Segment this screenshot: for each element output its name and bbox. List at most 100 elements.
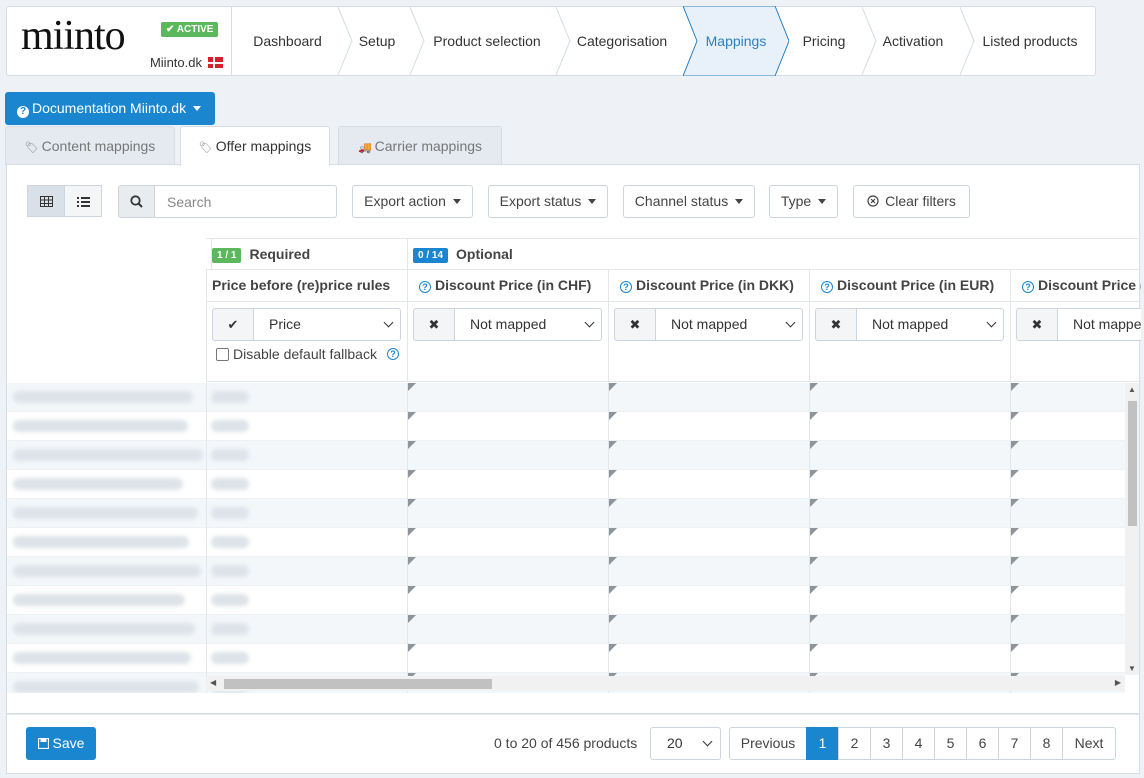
scroll-left-icon[interactable]: ◀ [210,678,216,687]
page-button-4[interactable]: 4 [902,727,935,760]
check-icon[interactable]: ✔ [212,308,254,341]
help-icon[interactable]: ? [821,281,833,293]
table-cell[interactable] [206,586,407,615]
page-button-5[interactable]: 5 [934,727,967,760]
table-row[interactable] [7,470,1125,499]
table-cell[interactable] [608,499,809,528]
table-cell[interactable] [608,470,809,499]
tab-carrier-mappings[interactable]: 🚚 Carrier mappings [338,126,502,165]
clear-filters-button[interactable]: Clear filters [853,185,970,218]
table-row[interactable] [7,586,1125,615]
search-input[interactable] [155,185,337,218]
page-button-8[interactable]: 8 [1030,727,1063,760]
horizontal-scroll-thumb[interactable] [224,679,492,689]
horizontal-scrollbar[interactable]: ◀ ▶ [206,676,1125,691]
table-cell[interactable] [407,528,608,557]
step-categorisation[interactable]: Categorisation [562,7,682,75]
table-cell[interactable] [206,383,407,412]
table-cell[interactable] [809,499,1010,528]
table-cell[interactable] [1010,615,1139,644]
table-cell[interactable] [1010,470,1139,499]
table-cell[interactable] [407,441,608,470]
table-cell[interactable] [608,644,809,673]
table-cell[interactable] [1010,528,1139,557]
table-cell[interactable] [809,470,1010,499]
step-activation[interactable]: Activation [867,7,959,75]
table-cell[interactable] [1010,586,1139,615]
page-size-select[interactable]: 20 [650,727,721,760]
scroll-right-icon[interactable]: ▶ [1115,678,1121,687]
table-row[interactable] [7,383,1125,412]
tab-offer-mappings[interactable]: 🏷 Offer mappings [180,126,330,166]
step-pricing[interactable]: Pricing [789,7,859,75]
x-icon[interactable]: ✖ [815,308,857,341]
table-cell[interactable] [608,383,809,412]
mapping-select[interactable]: Price [254,308,401,341]
x-icon[interactable]: ✖ [614,308,656,341]
mapping-select[interactable]: Not mapped [656,308,803,341]
table-row[interactable] [7,528,1125,557]
table-cell[interactable] [206,470,407,499]
previous-page-button[interactable]: Previous [729,727,807,760]
scroll-down-icon[interactable]: ▼ [1128,664,1136,673]
type-filter[interactable]: Type [769,185,838,218]
table-row[interactable] [7,644,1125,673]
table-cell[interactable] [1010,557,1139,586]
table-cell[interactable] [1010,644,1139,673]
table-cell[interactable] [206,499,407,528]
step-product-selection[interactable]: Product selection [417,7,557,75]
grid-view-button[interactable] [27,185,65,217]
table-cell[interactable] [206,441,407,470]
help-icon[interactable]: ? [386,348,399,360]
page-button-1[interactable]: 1 [806,727,839,760]
table-cell[interactable] [1010,412,1139,441]
channel-status-filter[interactable]: Channel status [623,185,755,218]
page-button-6[interactable]: 6 [966,727,999,760]
vertical-scroll-thumb[interactable] [1128,401,1137,526]
table-cell[interactable] [407,557,608,586]
page-button-3[interactable]: 3 [870,727,903,760]
table-cell[interactable] [809,557,1010,586]
table-cell[interactable] [809,383,1010,412]
table-row[interactable] [7,441,1125,470]
table-cell[interactable] [407,499,608,528]
tab-content-mappings[interactable]: 🏷 Content mappings [5,126,175,165]
export-action-filter[interactable]: Export action [352,185,473,218]
table-row[interactable] [7,557,1125,586]
help-icon[interactable]: ? [419,281,431,293]
table-cell[interactable] [1010,499,1139,528]
table-cell[interactable] [206,412,407,441]
table-cell[interactable] [1010,383,1139,412]
table-cell[interactable] [608,615,809,644]
mapping-select[interactable]: Not mapped [455,308,602,341]
table-cell[interactable] [206,644,407,673]
mapping-select[interactable]: Not mappe [1058,308,1141,341]
step-mappings[interactable]: Mappings [691,7,781,75]
table-row[interactable] [7,615,1125,644]
table-cell[interactable] [407,412,608,441]
table-cell[interactable] [608,412,809,441]
table-cell[interactable] [809,412,1010,441]
table-cell[interactable] [809,441,1010,470]
save-button[interactable]: Save [26,727,96,760]
table-cell[interactable] [407,586,608,615]
table-cell[interactable] [809,644,1010,673]
x-icon[interactable]: ✖ [1016,308,1058,341]
table-cell[interactable] [809,615,1010,644]
table-cell[interactable] [608,528,809,557]
x-icon[interactable]: ✖ [413,308,455,341]
page-button-7[interactable]: 7 [998,727,1031,760]
mapping-select[interactable]: Not mapped [857,308,1004,341]
table-cell[interactable] [407,470,608,499]
help-icon[interactable]: ? [1022,281,1034,293]
documentation-button[interactable]: ? Documentation Miinto.dk [5,92,215,125]
step-listed-products[interactable]: Listed products [970,7,1090,75]
table-cell[interactable] [608,557,809,586]
table-row[interactable] [7,412,1125,441]
table-cell[interactable] [608,441,809,470]
table-cell[interactable] [407,383,608,412]
page-button-2[interactable]: 2 [838,727,871,760]
vertical-scrollbar[interactable]: ▲ ▼ [1125,383,1139,675]
table-row[interactable] [7,499,1125,528]
table-cell[interactable] [407,615,608,644]
